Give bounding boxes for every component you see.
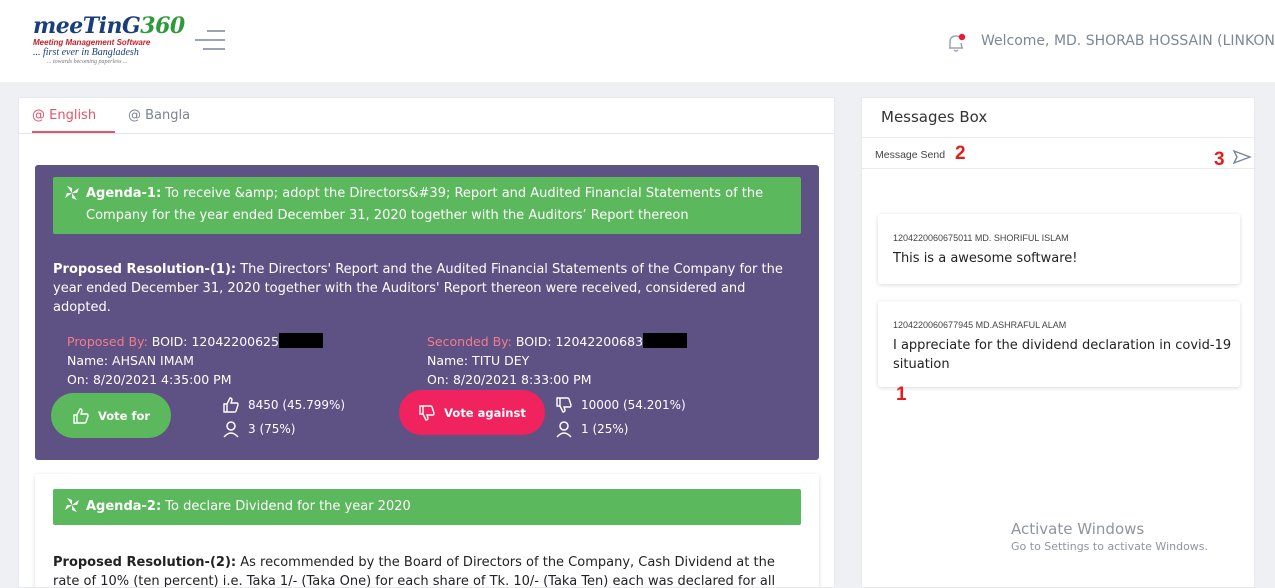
redaction-box bbox=[643, 333, 688, 348]
agenda-panel: @ English @ Bangla Agenda-1: To receive … bbox=[18, 97, 835, 588]
welcome-user-text[interactable]: Welcome, MD. SHORAB HOSSAIN (LINKON) bbox=[981, 33, 1275, 49]
agenda-2-header: Agenda-2: To declare Dividend for the ye… bbox=[53, 489, 801, 525]
redaction-box bbox=[278, 333, 323, 348]
thumbs-up-icon bbox=[223, 397, 239, 413]
vote-against-button[interactable]: Vote against bbox=[399, 390, 545, 435]
message-sender: 1204220060675011 MD. SHORIFUL ISLAM bbox=[893, 233, 1069, 243]
thumbs-down-icon bbox=[419, 404, 435, 421]
thumbs-up-icon bbox=[73, 407, 89, 424]
message-send-input[interactable] bbox=[875, 145, 1215, 165]
agenda-card-1: Agenda-1: To receive &amp; adopt the Dir… bbox=[35, 165, 819, 460]
tab-bangla[interactable]: @ Bangla bbox=[128, 108, 190, 123]
pinwheel-icon bbox=[65, 498, 79, 512]
agenda-2-resolution: Proposed Resolution-(2): As recommended … bbox=[53, 555, 776, 588]
annotation-1: 1 bbox=[896, 384, 907, 405]
top-header: meeTinG360 Meeting Management Software .… bbox=[0, 0, 1275, 82]
logo-tagline: ... first ever in Bangladesh bbox=[33, 47, 139, 58]
meeting360-logo[interactable]: meeTinG360 Meeting Management Software .… bbox=[33, 13, 185, 76]
agenda-1-resolution: Proposed Resolution-(1): The Directors' … bbox=[53, 262, 783, 315]
logo-wordmark: meeTinG360 bbox=[33, 13, 185, 39]
seconded-by-info: Seconded By: BOID: 12042200683 Name: TIT… bbox=[427, 332, 688, 389]
activate-windows-watermark: Activate Windows Go to Settings to activ… bbox=[1011, 520, 1209, 553]
hamburger-menu-icon[interactable] bbox=[193, 28, 225, 52]
tab-english[interactable]: @ English bbox=[32, 108, 96, 123]
message-item: 1204220060675011 MD. SHORIFUL ISLAM This… bbox=[878, 214, 1240, 284]
active-tab-indicator bbox=[32, 131, 115, 133]
message-text: This is a awesome software! bbox=[893, 251, 1078, 266]
vote-for-button[interactable]: Vote for bbox=[51, 393, 171, 438]
message-sender: 1204220060677945 MD.ASHRAFUL ALAM bbox=[893, 320, 1067, 330]
logo-subtitle: Meeting Management Software bbox=[33, 38, 151, 47]
messages-box-title: Messages Box bbox=[881, 108, 988, 126]
message-text: I appreciate for the dividend declaratio… bbox=[893, 338, 1232, 372]
user-icon bbox=[223, 421, 239, 438]
vote-for-stats: 8450 (45.799%) 3 (75%) bbox=[222, 393, 345, 441]
agenda-card-2: Agenda-2: To declare Dividend for the ye… bbox=[35, 474, 819, 588]
language-tabs: @ English @ Bangla bbox=[19, 98, 834, 134]
send-icon[interactable] bbox=[1232, 149, 1252, 165]
annotation-3: 3 bbox=[1214, 149, 1225, 170]
logo-tagline-small: ... towards becoming paperless ... bbox=[47, 59, 128, 65]
annotation-2: 2 bbox=[955, 143, 966, 164]
user-icon bbox=[556, 421, 572, 438]
agenda-1-header: Agenda-1: To receive &amp; adopt the Dir… bbox=[53, 177, 801, 234]
pinwheel-icon bbox=[65, 186, 79, 200]
thumbs-down-icon bbox=[556, 397, 572, 413]
messages-box-panel: Messages Box 1204220060675011 MD. SHORIF… bbox=[861, 97, 1256, 588]
vote-against-stats: 10000 (54.201%) 1 (25%) bbox=[555, 393, 686, 441]
message-item: 1204220060677945 MD.ASHRAFUL ALAM I appr… bbox=[878, 301, 1240, 387]
notification-bell-icon[interactable] bbox=[945, 32, 967, 54]
proposed-by-info: Proposed By: BOID: 12042200625 Name: AHS… bbox=[67, 332, 323, 389]
